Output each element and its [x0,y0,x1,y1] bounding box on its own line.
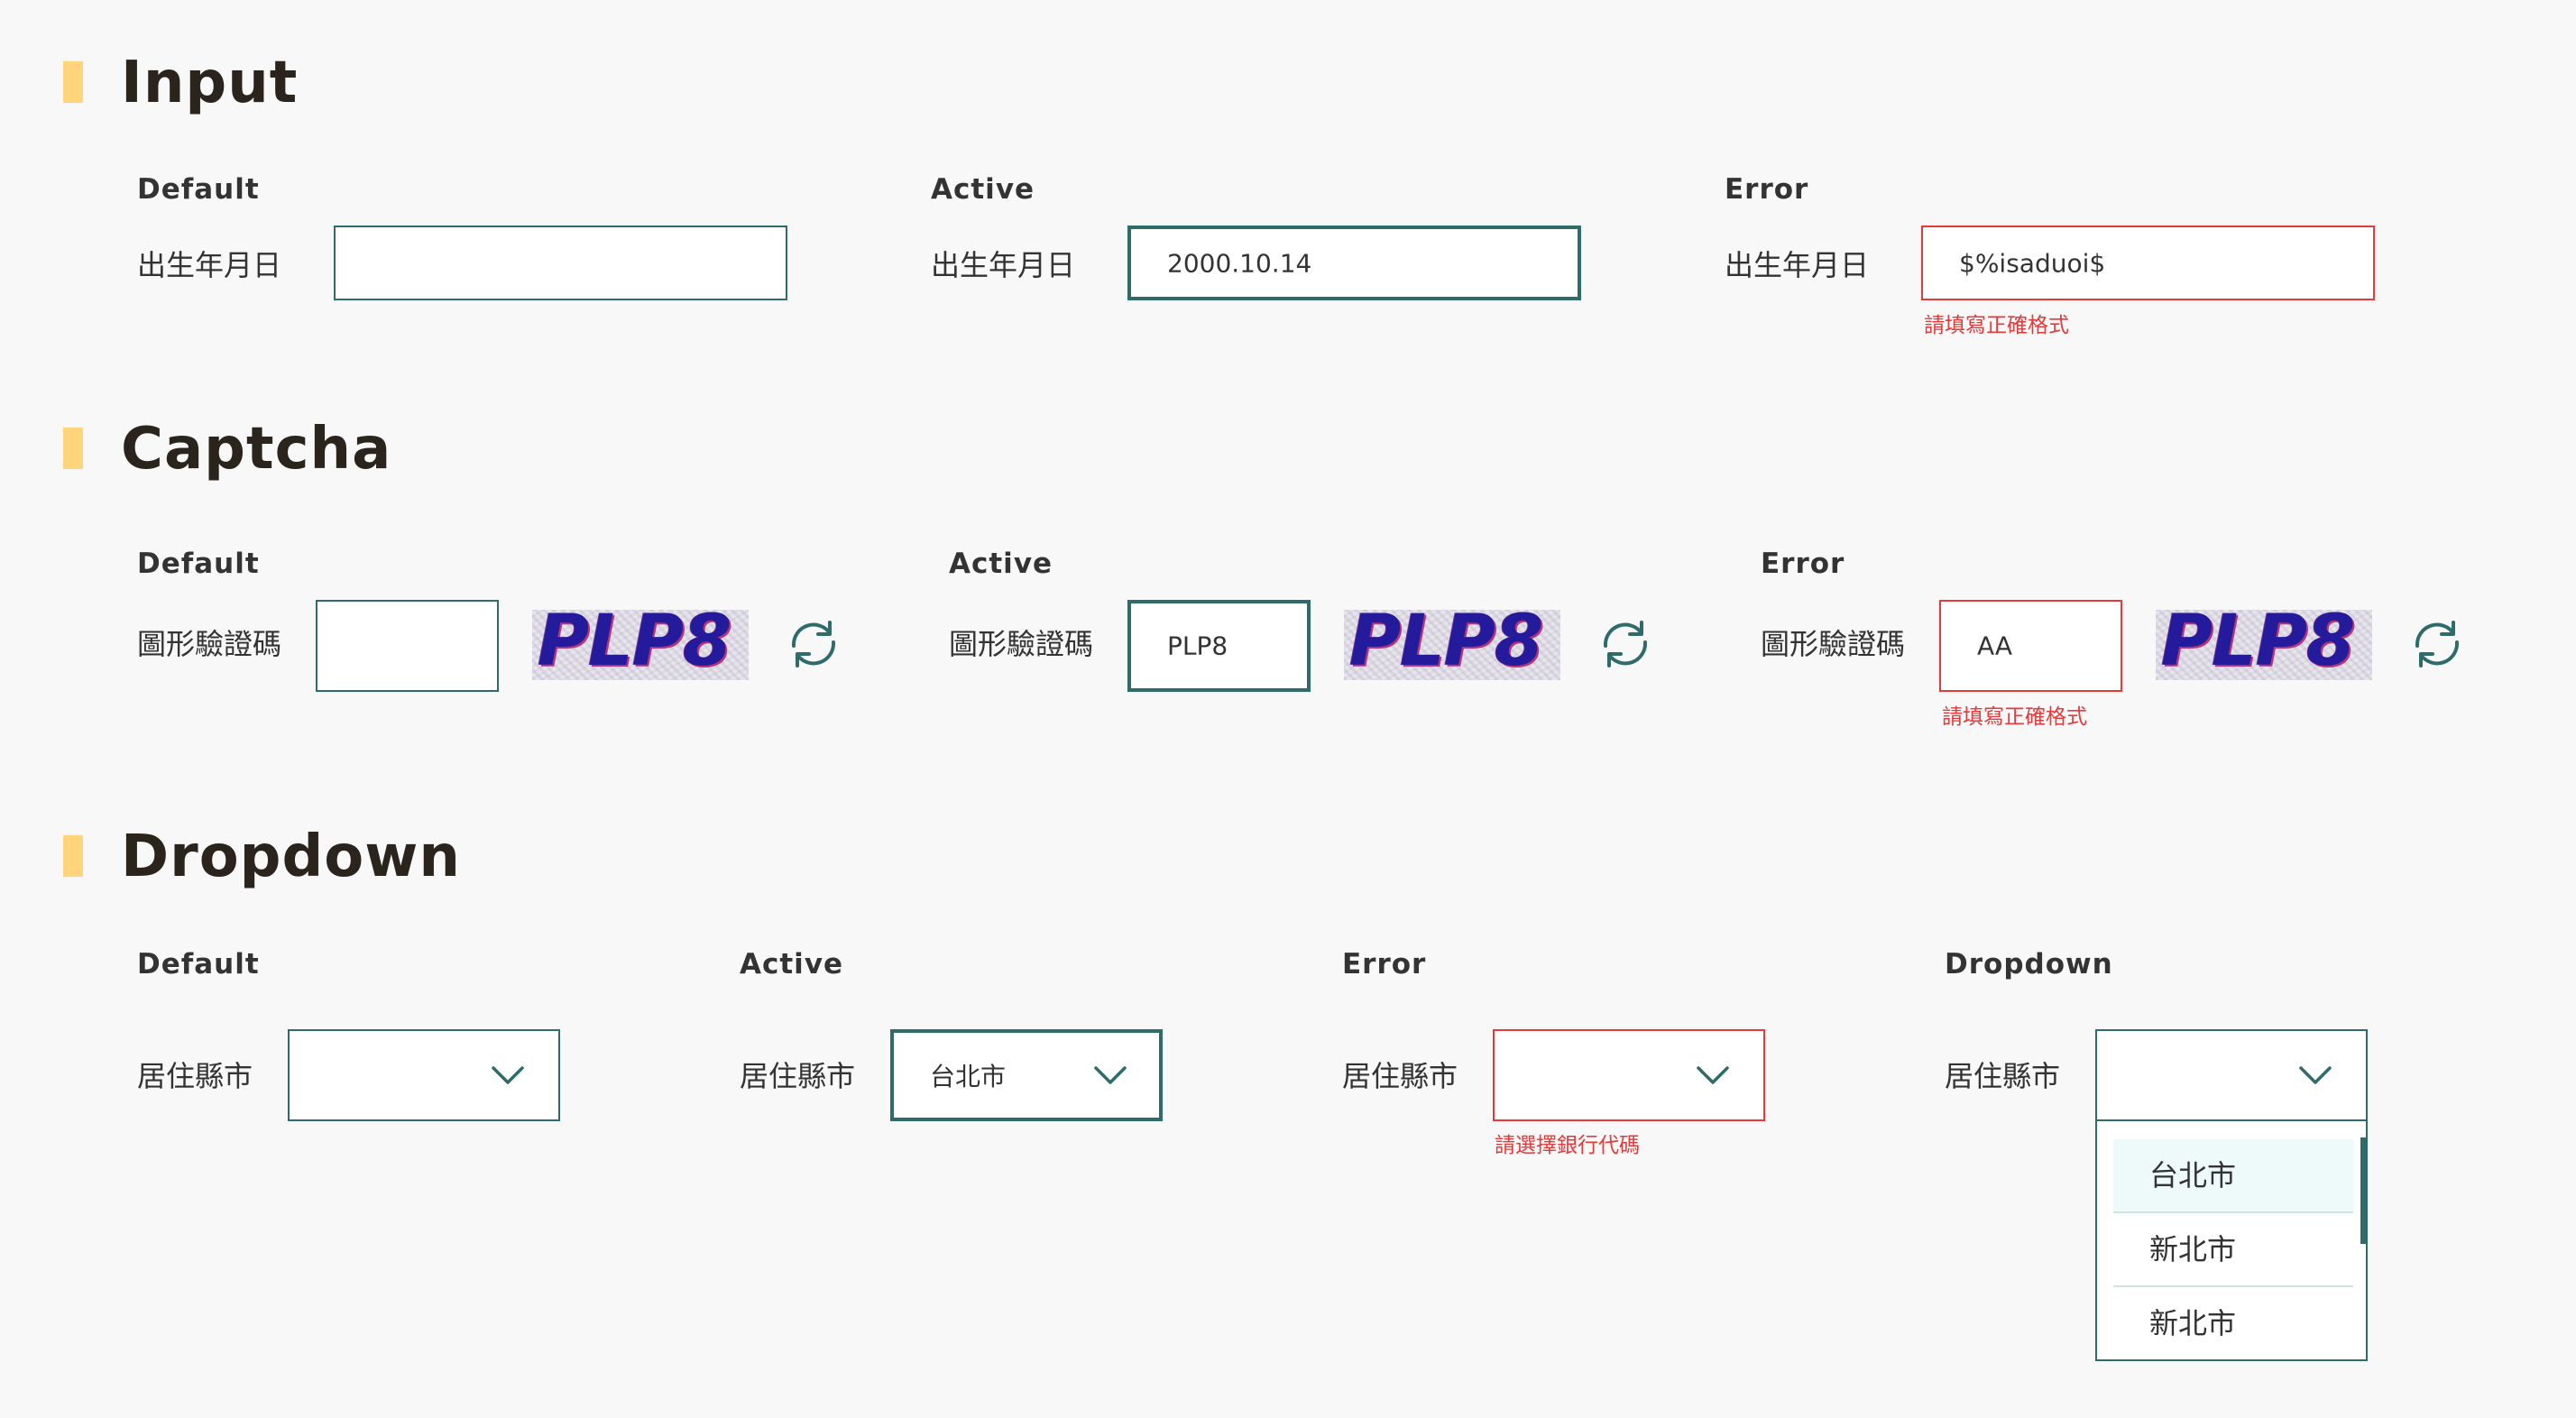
state-label-default: Default [137,173,260,206]
field-label-city: 居住縣市 [740,1059,856,1093]
state-label-error: Error [1725,173,1809,206]
city-select-error[interactable] [1493,1029,1765,1121]
input-value: AA [1977,631,2013,661]
section-title-input: Input [121,50,299,116]
field-label-city: 居住縣市 [1945,1059,2061,1093]
captcha-input-error[interactable]: AA [1939,600,2122,692]
field-label-captcha: 圖形驗證碼 [1761,627,1906,661]
field-label-captcha: 圖形驗證碼 [137,627,282,661]
field-label-city: 居住縣市 [137,1059,253,1093]
birthdate-input-default[interactable] [334,226,787,300]
input-value: 2000.10.14 [1167,248,1312,278]
option-item[interactable]: 新北市 [2113,1213,2353,1285]
field-label-captcha: 圖形驗證碼 [949,627,1094,661]
birthdate-input-active[interactable]: 2000.10.14 [1127,226,1581,300]
section-title-captcha: Captcha [121,416,392,483]
captcha-input-active[interactable]: PLP8 [1127,600,1311,692]
chevron-down-icon [1094,1066,1127,1084]
error-message: 請選擇銀行代碼 [1495,1134,1640,1157]
chevron-down-icon [492,1066,524,1084]
city-select-active[interactable]: 台北市 [890,1029,1163,1121]
state-label-default: Default [137,948,260,981]
state-label-default: Default [137,548,260,580]
section-marker [63,835,83,877]
city-select-default[interactable] [288,1029,560,1121]
field-label-birthdate: 出生年月日 [137,248,282,282]
state-label-error: Error [1342,948,1427,981]
section-marker [63,61,83,103]
field-label-birthdate: 出生年月日 [931,248,1076,282]
birthdate-input-error[interactable]: $%isaduoi$ [1921,226,2375,300]
field-label-city: 居住縣市 [1342,1059,1458,1093]
city-options-list: 台北市 新北市 新北市 [2095,1121,2368,1361]
captcha-image: PLP8 [2156,610,2372,680]
refresh-icon[interactable] [1596,615,1654,673]
refresh-icon[interactable] [785,615,842,673]
captcha-input-default[interactable] [316,600,499,692]
captcha-image: PLP8 [1344,610,1560,680]
option-item[interactable]: 台北市 [2113,1139,2353,1211]
section-marker [63,428,83,469]
state-label-error: Error [1761,548,1845,580]
chevron-down-icon [1697,1066,1729,1084]
state-label-dropdown: Dropdown [1945,948,2113,981]
refresh-icon[interactable] [2408,615,2466,673]
section-title-dropdown: Dropdown [121,824,461,890]
state-label-active: Active [931,173,1035,206]
scrollbar-thumb[interactable] [2360,1137,2367,1244]
input-value: $%isaduoi$ [1959,248,2106,278]
city-select-open[interactable] [2095,1029,2368,1121]
chevron-down-icon [2299,1066,2332,1084]
error-message: 請填寫正確格式 [1924,314,2069,337]
state-label-active: Active [949,548,1053,580]
field-label-birthdate: 出生年月日 [1725,248,1870,282]
state-label-active: Active [740,948,844,981]
input-value: PLP8 [1167,631,1228,661]
option-item[interactable]: 新北市 [2113,1287,2353,1359]
error-message: 請填寫正確格式 [1942,705,2087,729]
captcha-image: PLP8 [532,610,749,680]
select-value: 台北市 [930,1062,1007,1091]
